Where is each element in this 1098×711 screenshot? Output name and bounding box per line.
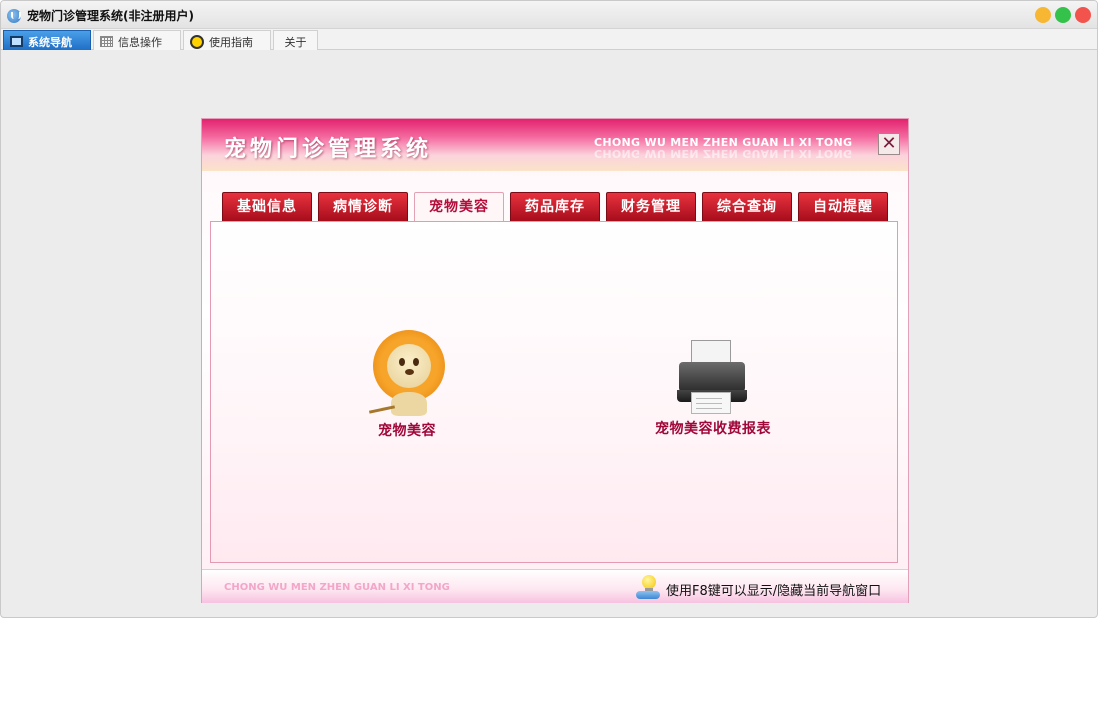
lightbulb-icon (636, 575, 660, 599)
footer-pinyin: CHONG WU MEN ZHEN GUAN LI XI TONG (224, 582, 450, 593)
dialog-header: 宠物门诊管理系统 CHONG WU MEN ZHEN GUAN LI XI TO… (202, 119, 908, 171)
close-window-button[interactable] (1075, 7, 1091, 23)
tab-system-navigation[interactable]: 系统导航 (3, 30, 91, 50)
window-title: 宠物门诊管理系统(非注册用户) (27, 9, 194, 23)
app-tab-bar: 系统导航 信息操作 使用指南 关于 (1, 29, 1097, 50)
feature-label: 宠物美容收费报表 (655, 421, 771, 437)
tab-medicine-inventory[interactable]: 药品库存 (510, 192, 600, 221)
dialog-footer: CHONG WU MEN ZHEN GUAN LI XI TONG 使用F8键可… (202, 569, 908, 603)
app-window: 宠物门诊管理系统(非注册用户) 系统导航 信息操作 使用指南 关于 宠物门诊管理… (0, 0, 1098, 618)
dialog-title: 宠物门诊管理系统 (224, 137, 433, 162)
app-logo-icon (7, 9, 21, 23)
lion-icon (365, 330, 449, 420)
tab-auto-reminder[interactable]: 自动提醒 (798, 192, 888, 221)
tab-label: 系统导航 (28, 36, 72, 49)
monitor-icon (10, 36, 23, 47)
grooming-fee-report-feature[interactable]: 宠物美容收费报表 (633, 340, 793, 438)
close-icon[interactable]: ✕ (878, 133, 900, 155)
tab-label: 信息操作 (118, 36, 162, 49)
pet-grooming-feature[interactable]: 宠物美容 (357, 330, 457, 440)
navigation-dialog: 宠物门诊管理系统 CHONG WU MEN ZHEN GUAN LI XI TO… (201, 118, 909, 603)
grid-icon (100, 36, 113, 47)
clock-icon (190, 35, 204, 49)
tab-diagnosis[interactable]: 病情诊断 (318, 192, 408, 221)
tab-finance[interactable]: 财务管理 (606, 192, 696, 221)
printer-icon (673, 340, 753, 418)
dialog-pinyin-reflection: CHONG WU MEN ZHEN GUAN LI XI TONG (594, 147, 853, 160)
minimize-button[interactable] (1035, 7, 1051, 23)
tab-user-guide[interactable]: 使用指南 (183, 30, 271, 50)
module-content-panel: 宠物美容 宠物美容收费报表 (210, 221, 898, 563)
tab-info-operations[interactable]: 信息操作 (93, 30, 181, 50)
feature-label: 宠物美容 (378, 423, 436, 439)
maximize-button[interactable] (1055, 7, 1071, 23)
tab-basic-info[interactable]: 基础信息 (222, 192, 312, 221)
tab-pet-grooming[interactable]: 宠物美容 (414, 192, 504, 222)
tab-query[interactable]: 综合查询 (702, 192, 792, 221)
tab-label: 关于 (284, 36, 307, 49)
tab-about[interactable]: 关于 (273, 30, 318, 50)
tab-label: 使用指南 (209, 36, 253, 49)
title-bar: 宠物门诊管理系统(非注册用户) (1, 1, 1097, 29)
footer-tip: 使用F8键可以显示/隐藏当前导航窗口 (666, 584, 882, 599)
